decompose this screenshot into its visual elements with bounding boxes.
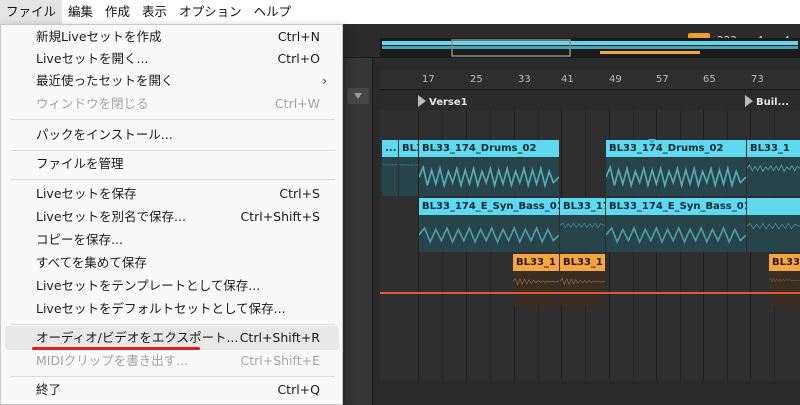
menu-item-close-window: ウィンドウを閉じる Ctrl+W	[36, 96, 320, 111]
audio-clip[interactable]: BL33_174	[560, 198, 605, 252]
menu-item-export-midi-clip: MIDIクリップを書き出す... Ctrl+Shift+E	[36, 353, 320, 368]
arrangement-overview[interactable]	[380, 38, 800, 58]
menu-separator	[11, 376, 335, 377]
menu-view[interactable]: 表示	[136, 0, 173, 24]
menu-item-open-recent[interactable]: 最近使ったセットを開く ›	[5, 69, 339, 93]
playhead-marker-icon	[648, 139, 656, 145]
audio-clip[interactable]: BL33_1	[747, 140, 800, 196]
menu-item-save-as-default[interactable]: Liveセットをデフォルトセットとして保存...	[5, 297, 339, 321]
bar-number: 25	[470, 74, 483, 85]
locator-flag-icon	[418, 95, 426, 107]
menu-separator	[11, 179, 335, 180]
menu-item-manage-files[interactable]: ファイルを管理	[5, 152, 339, 176]
chevron-right-icon: ›	[322, 74, 327, 88]
arrangement-grid[interactable]: ... BL3 BL33_174_Drums_02 BL33_174_Drums…	[380, 110, 800, 381]
audio-clip[interactable]: BL33_174_E_Syn_Bass_01	[606, 198, 746, 252]
locator-lane: Verse1 Buil...	[380, 92, 800, 110]
menu-item-quit[interactable]: 終了 Ctrl+Q	[5, 378, 339, 402]
menu-item-save-set-as[interactable]: Liveセットを別名で保存... Ctrl+Shift+S	[5, 205, 339, 229]
audio-clip[interactable]: BL33_1	[560, 254, 605, 306]
menu-item-collect-and-save[interactable]: すべてを集めて保存	[5, 251, 339, 275]
menu-separator	[11, 150, 335, 151]
locator-flag-icon	[745, 95, 753, 107]
chevron-down-icon	[354, 93, 362, 99]
menu-options[interactable]: オプション	[173, 0, 248, 24]
automation-envelope[interactable]	[380, 292, 800, 294]
menu-item-open-set[interactable]: Liveセットを開く... Ctrl+O	[5, 47, 339, 71]
menu-edit[interactable]: 編集	[62, 0, 99, 24]
audio-clip[interactable]: BL33_174_E_Syn_Bass_01	[419, 198, 559, 252]
audio-clip[interactable]: BL33_174_Drums_02	[606, 140, 746, 196]
menu-item-new-set[interactable]: 新規Liveセットを作成 Ctrl+N	[5, 25, 339, 49]
bar-number: 33	[518, 74, 531, 85]
audio-clip[interactable]: BL3	[399, 140, 418, 196]
bar-number: 17	[422, 74, 435, 85]
menu-help[interactable]: ヘルプ	[248, 0, 298, 24]
menu-file[interactable]: ファイル	[0, 0, 63, 24]
annotation-underline	[32, 347, 200, 350]
menubar: ファイル 編集 作成 表示 オプション ヘルプ	[0, 0, 800, 24]
menu-item-save-copy[interactable]: コピーを保存...	[5, 228, 339, 252]
audio-clip[interactable]: ...	[382, 140, 398, 196]
menu-separator	[11, 324, 335, 325]
bar-number: 73	[751, 74, 764, 85]
audio-clip[interactable]	[747, 198, 800, 252]
locator-verse1[interactable]: Verse1	[418, 95, 468, 108]
left-panel-strip	[343, 58, 373, 405]
bar-number: 49	[609, 74, 622, 85]
audio-clip[interactable]: BL33_1	[513, 254, 559, 306]
bar-number: 65	[703, 74, 716, 85]
menu-create[interactable]: 作成	[99, 0, 136, 24]
timeline-ruler[interactable]: 17 25 33 41 49 57 65 73	[380, 70, 800, 90]
bar-number: 57	[656, 74, 669, 85]
bar-number: 41	[561, 74, 574, 85]
audio-clip[interactable]: BL33_1	[769, 254, 800, 306]
menu-item-save-set[interactable]: Liveセットを保存 Ctrl+S	[5, 182, 339, 206]
menu-separator	[11, 119, 335, 120]
panel-toggle-button[interactable]	[347, 88, 369, 104]
menu-item-save-as-template[interactable]: Liveセットをテンプレートとして保存...	[5, 274, 339, 298]
audio-clip[interactable]: BL33_174_Drums_02	[419, 140, 559, 196]
locator-build[interactable]: Buil...	[745, 95, 789, 108]
menu-item-install-pack[interactable]: パックをインストール...	[5, 123, 339, 147]
